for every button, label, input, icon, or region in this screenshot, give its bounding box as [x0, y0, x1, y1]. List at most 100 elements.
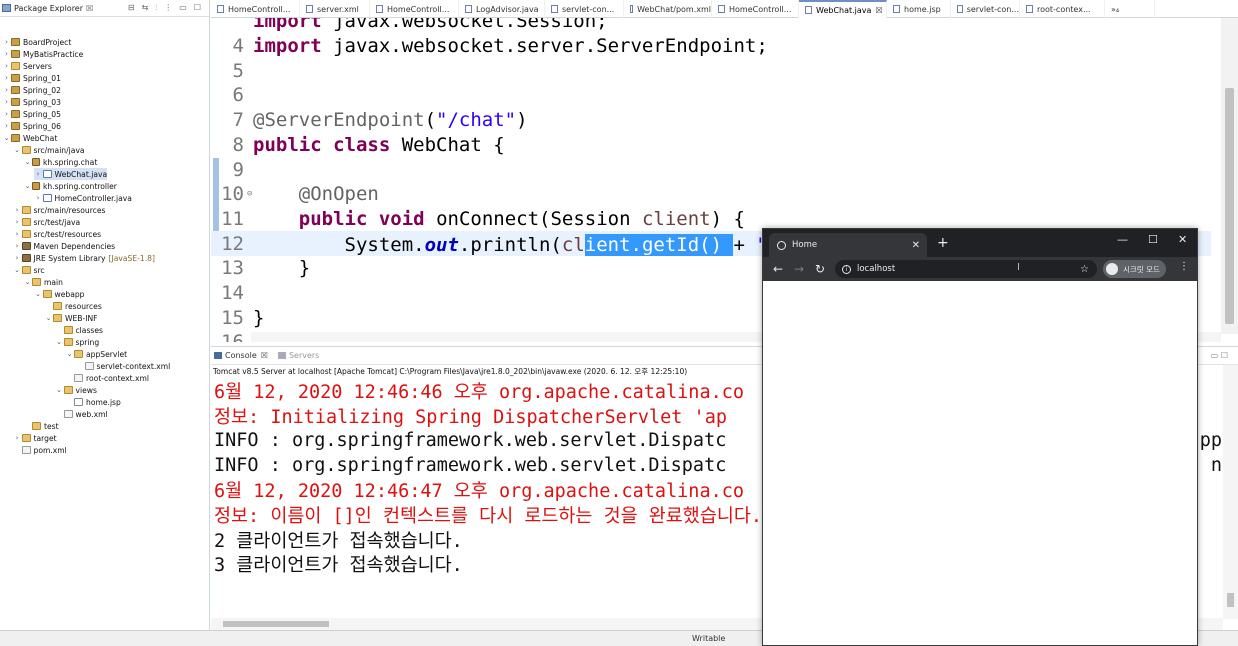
code-line[interactable]: 8 public class WebChat { [211, 133, 1211, 158]
expand-toggle-icon[interactable]: ⌄ [13, 266, 22, 274]
expand-toggle-icon[interactable]: ⌄ [34, 290, 43, 298]
expand-toggle-icon[interactable]: ⌄ [13, 146, 22, 154]
close-icon[interactable]: ☒ [261, 351, 268, 360]
collapse-all-icon[interactable]: ⊟ [128, 3, 135, 13]
editor-tab[interactable]: HomeControll... [370, 0, 459, 18]
tree-item[interactable]: › BoardProject [2, 36, 71, 48]
tree-item[interactable]: resources [44, 300, 102, 312]
tree-item[interactable]: › MyBatisPractice [2, 48, 83, 60]
tree-item[interactable]: ⌄ WEB-INF [44, 312, 98, 324]
editor-tab[interactable]: server.xml [300, 0, 370, 18]
browser-page-content[interactable] [763, 281, 1197, 645]
tree-item[interactable]: home.jsp [65, 396, 121, 408]
new-tab-button[interactable]: + [937, 235, 949, 251]
expand-toggle-icon[interactable]: › [2, 74, 11, 82]
expand-toggle-icon[interactable]: ⌄ [55, 338, 64, 346]
console-view-controls[interactable]: ▭ ☐ [1211, 351, 1228, 360]
editor-tab[interactable]: home.jsp [887, 0, 951, 18]
expand-toggle-icon[interactable]: › [34, 194, 43, 202]
editor-tab[interactable]: WebChat/pom.xml [624, 0, 712, 18]
bookmark-star-icon[interactable]: ☆ [1080, 264, 1089, 275]
minimize-window-button[interactable]: — [1117, 233, 1128, 246]
tree-item[interactable]: › Spring_03 [2, 96, 61, 108]
tree-item[interactable]: › src/test/java [13, 216, 81, 228]
expand-toggle-icon[interactable]: ⌄ [23, 278, 32, 286]
tree-item[interactable]: ⌄ views [55, 384, 97, 396]
tree-item[interactable]: › Maven Dependencies [13, 240, 116, 252]
tab-console[interactable]: Console ☒ [214, 351, 268, 360]
tree-item[interactable]: test [23, 420, 59, 432]
view-menu-icon[interactable]: ⋮ [164, 3, 172, 13]
link-with-editor-icon[interactable]: ⇆ [142, 3, 149, 13]
address-bar[interactable]: i localhost I ☆ [835, 260, 1097, 278]
tab-servers[interactable]: Servers [277, 351, 319, 360]
tree-item[interactable]: ⌄ src [13, 264, 45, 276]
browser-window[interactable]: Home ✕ + — ☐ ✕ ← → ↻ i localhost I ☆ 시크릿… [762, 228, 1198, 646]
editor-tab[interactable]: servlet-con... [951, 0, 1020, 18]
editor-tab[interactable]: HomeControll... [211, 0, 300, 18]
code-line[interactable]: 7 @ServerEndpoint("/chat") [211, 108, 1211, 133]
tree-item[interactable]: › src/main/resources [13, 204, 106, 216]
back-button[interactable]: ← [772, 262, 784, 276]
minimize-icon[interactable]: ▭ [179, 3, 187, 13]
close-icon[interactable]: ☒ [875, 6, 882, 15]
expand-toggle-icon[interactable]: ⌄ [23, 182, 32, 190]
browser-tab[interactable]: Home ✕ [769, 233, 927, 257]
forward-button[interactable]: → [793, 262, 805, 276]
editor-vertical-scrollbar[interactable] [1221, 18, 1238, 334]
fold-toggle-icon[interactable]: ⊖ [247, 189, 252, 199]
editor-tab[interactable]: HomeControll... [712, 0, 799, 18]
code-line[interactable]: 6 [211, 83, 1211, 108]
expand-toggle-icon[interactable]: › [13, 242, 22, 250]
tree-item[interactable]: pom.xml [13, 444, 67, 456]
expand-toggle-icon[interactable]: ⌄ [65, 350, 74, 358]
expand-toggle-icon[interactable]: › [13, 230, 22, 238]
expand-toggle-icon[interactable]: › [2, 38, 11, 46]
tree-item[interactable]: root-context.xml [65, 372, 149, 384]
browser-menu-button[interactable]: ⋮ [1179, 261, 1189, 272]
close-icon[interactable]: ☒ [86, 4, 93, 13]
tree-item[interactable]: › Spring_06 [2, 120, 61, 132]
expand-toggle-icon[interactable]: › [2, 50, 11, 58]
code-line[interactable]: 10 ⊖ @OnOpen [211, 182, 1211, 207]
tree-item[interactable]: › JRE System Library [JavaSE-1.8] [13, 252, 155, 264]
tree-item[interactable]: › target [13, 432, 57, 444]
tree-item[interactable]: classes [55, 324, 103, 336]
site-info-icon[interactable]: i [842, 264, 851, 274]
scroll-thumb[interactable] [1225, 88, 1234, 324]
tree-item[interactable]: › Spring_01 [2, 72, 61, 84]
package-explorer-title[interactable]: Package Explorer [14, 4, 83, 13]
expand-toggle-icon[interactable]: › [2, 86, 11, 94]
tree-item[interactable]: ⌄ kh.spring.chat [23, 156, 98, 168]
scroll-thumb[interactable] [1227, 593, 1234, 607]
close-window-button[interactable]: ✕ [1178, 233, 1187, 246]
expand-toggle-icon[interactable]: › [2, 122, 11, 130]
scroll-thumb[interactable] [223, 621, 329, 627]
reload-button[interactable]: ↻ [814, 262, 826, 276]
editor-tab[interactable]: root-contex... [1020, 0, 1105, 18]
code-line[interactable]: 9 [211, 157, 1211, 182]
tree-item[interactable]: › src/test/resources [13, 228, 102, 240]
expand-toggle-icon[interactable]: ⌄ [44, 314, 53, 322]
tree-item[interactable]: ⌄ WebChat [2, 132, 58, 144]
editor-tab[interactable]: servlet-con... [545, 0, 624, 18]
tree-item[interactable]: › WebChat.java [33, 168, 108, 180]
close-tab-icon[interactable]: ✕ [912, 240, 920, 251]
expand-toggle-icon[interactable]: › [2, 98, 11, 106]
expand-toggle-icon[interactable]: › [13, 254, 22, 262]
expand-toggle-icon[interactable]: › [2, 62, 11, 70]
expand-toggle-icon[interactable]: › [13, 218, 22, 226]
expand-toggle-icon[interactable]: ⌄ [55, 386, 64, 394]
code-line[interactable]: import javax.websocket.Session; [211, 18, 1211, 34]
expand-toggle-icon[interactable]: › [2, 110, 11, 118]
browser-title-bar[interactable]: Home ✕ + — ☐ ✕ [763, 229, 1197, 257]
tree-item[interactable]: ⌄ spring [55, 336, 99, 348]
console-vertical-scrollbar[interactable] [1223, 365, 1238, 619]
tree-item[interactable]: › Spring_05 [2, 108, 61, 120]
expand-toggle-icon[interactable]: ⌄ [23, 158, 32, 166]
editor-tab[interactable]: »₄ [1105, 0, 1155, 18]
tree-item[interactable]: ⌄ webapp [34, 288, 84, 300]
maximize-icon[interactable]: ☐ [194, 3, 201, 13]
code-line[interactable]: 4 import javax.websocket.server.ServerEnd… [211, 34, 1211, 59]
tree-item[interactable]: ⌄ appServlet [65, 348, 128, 360]
